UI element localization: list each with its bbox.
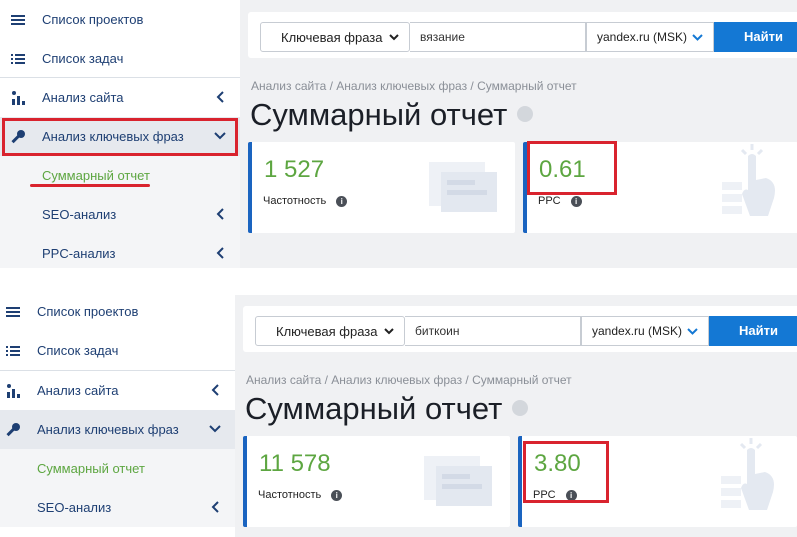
frequency-card: 1 527 Частотность i — [248, 142, 515, 233]
page-title-text: Суммарный отчет — [250, 97, 508, 132]
sidebar-subitem-summary-report[interactable]: Суммарный отчет — [0, 156, 240, 195]
site-analysis-icon — [12, 91, 25, 105]
highlight-box — [527, 141, 617, 195]
chevron-left-icon — [216, 208, 224, 220]
search-engine-select[interactable]: yandex.ru (MSK) — [586, 22, 714, 52]
sidebar-item-tasks[interactable]: Список задач — [0, 331, 235, 370]
sidebar-item-site-analysis[interactable]: Анализ сайта — [0, 371, 235, 410]
sidebar-item-site-analysis[interactable]: Анализ сайта — [0, 78, 240, 117]
breadcrumb[interactable]: Анализ сайта / Анализ ключевых фраз / Су… — [251, 79, 577, 93]
ppc-caption: PPC i — [538, 195, 582, 207]
card-chart-illustration-icon — [429, 162, 497, 212]
sidebar-item-label: Список проектов — [42, 12, 144, 27]
sidebar-item-label: Список задач — [37, 343, 119, 358]
info-icon[interactable] — [512, 399, 529, 416]
chevron-down-icon — [389, 34, 399, 41]
info-icon[interactable]: i — [336, 195, 348, 207]
search-engine-label: yandex.ru (MSK) — [592, 324, 683, 338]
sidebar-subitem-ppc-analysis[interactable]: PPC-анализ — [0, 234, 240, 268]
menu-icon — [6, 307, 20, 317]
sidebar-item-label: Суммарный отчет — [42, 168, 150, 183]
sidebar-item-tasks[interactable]: Список задач — [0, 39, 240, 78]
chevron-left-icon — [216, 247, 224, 259]
info-icon[interactable] — [517, 105, 534, 122]
sidebar-item-label: SEO-анализ — [42, 207, 117, 222]
sidebar-item-label: PPC-анализ — [42, 246, 116, 261]
frequency-label: Частотность — [263, 195, 327, 207]
frequency-caption: Частотность i — [263, 195, 348, 207]
chevron-left-icon — [211, 501, 219, 513]
chevron-down-icon — [687, 328, 698, 335]
page-title: Суммарный отчет — [250, 97, 534, 133]
card-chart-illustration-icon — [424, 456, 492, 506]
sidebar-item-label: Список проектов — [37, 304, 139, 319]
page-title: Суммарный отчет — [245, 391, 529, 427]
chevron-left-icon — [216, 91, 224, 103]
search-bar: Ключевая фраза биткоин yandex.ru (MSK) Н… — [243, 306, 797, 352]
sidebar-item-projects[interactable]: Список проектов — [0, 295, 235, 331]
site-analysis-icon — [7, 384, 20, 398]
sidebar-subitem-seo-analysis[interactable]: SEO-анализ — [0, 195, 240, 234]
find-button[interactable]: Найти — [714, 22, 797, 52]
ppc-label: PPC — [538, 195, 561, 207]
highlight-underline — [30, 184, 150, 187]
search-engine-select[interactable]: yandex.ru (MSK) — [581, 316, 709, 346]
frequency-value: 11 578 — [259, 450, 331, 477]
search-input[interactable]: биткоин — [405, 316, 581, 346]
highlight-box — [2, 118, 238, 156]
sidebar-item-label: Список задач — [42, 51, 124, 66]
key-icon — [6, 423, 20, 437]
sidebar-item-label: Анализ ключевых фраз — [37, 422, 179, 437]
sidebar-item-label: SEO-анализ — [37, 500, 112, 515]
search-type-label: Ключевая фраза — [276, 323, 378, 339]
search-bar: Ключевая фраза вязание yandex.ru (MSK) Н… — [248, 12, 797, 58]
search-type-select[interactable]: Ключевая фраза — [255, 316, 405, 346]
sidebar-subitem-summary-report[interactable]: Суммарный отчет — [0, 449, 235, 488]
screenshot-bottom: Список проектов Список задач Анализ сайт… — [0, 295, 797, 537]
chevron-down-icon — [209, 425, 221, 433]
sidebar-item-projects[interactable]: Список проектов — [0, 0, 240, 39]
menu-icon — [11, 15, 25, 25]
main-content: Ключевая фраза биткоин yandex.ru (MSK) Н… — [235, 295, 797, 537]
search-engine-label: yandex.ru (MSK) — [597, 30, 688, 44]
search-type-select[interactable]: Ключевая фраза — [260, 22, 410, 52]
list-icon — [6, 346, 20, 356]
frequency-value: 1 527 — [264, 156, 325, 183]
frequency-card: 11 578 Частотность i — [243, 436, 510, 527]
info-icon[interactable]: i — [570, 195, 582, 207]
main-content: Ключевая фраза вязание yandex.ru (MSK) Н… — [240, 0, 797, 268]
frequency-caption: Частотность i — [258, 489, 343, 501]
list-icon — [11, 54, 25, 64]
search-type-label: Ключевая фраза — [281, 29, 383, 45]
frequency-label: Частотность — [258, 489, 322, 501]
screenshot-top: Список проектов Список задач Анализ сайт… — [0, 0, 797, 268]
find-button[interactable]: Найти — [709, 316, 797, 346]
chevron-down-icon — [692, 34, 703, 41]
info-icon[interactable]: i — [331, 489, 343, 501]
sidebar: Список проектов Список задач Анализ сайт… — [0, 295, 235, 537]
breadcrumb[interactable]: Анализ сайта / Анализ ключевых фраз / Су… — [246, 373, 572, 387]
page-title-text: Суммарный отчет — [245, 391, 503, 426]
chevron-left-icon — [211, 384, 219, 396]
hand-click-icon — [722, 144, 775, 216]
sidebar-item-keyword-analysis[interactable]: Анализ ключевых фраз — [0, 410, 235, 449]
sidebar-item-label: Суммарный отчет — [37, 461, 145, 476]
highlight-box — [523, 441, 609, 503]
sidebar-item-label: Анализ сайта — [37, 383, 119, 398]
sidebar-subitem-seo-analysis[interactable]: SEO-анализ — [0, 488, 235, 527]
hand-click-icon — [721, 438, 774, 510]
chevron-down-icon — [384, 328, 394, 335]
sidebar-item-label: Анализ сайта — [42, 90, 124, 105]
search-input[interactable]: вязание — [410, 22, 586, 52]
